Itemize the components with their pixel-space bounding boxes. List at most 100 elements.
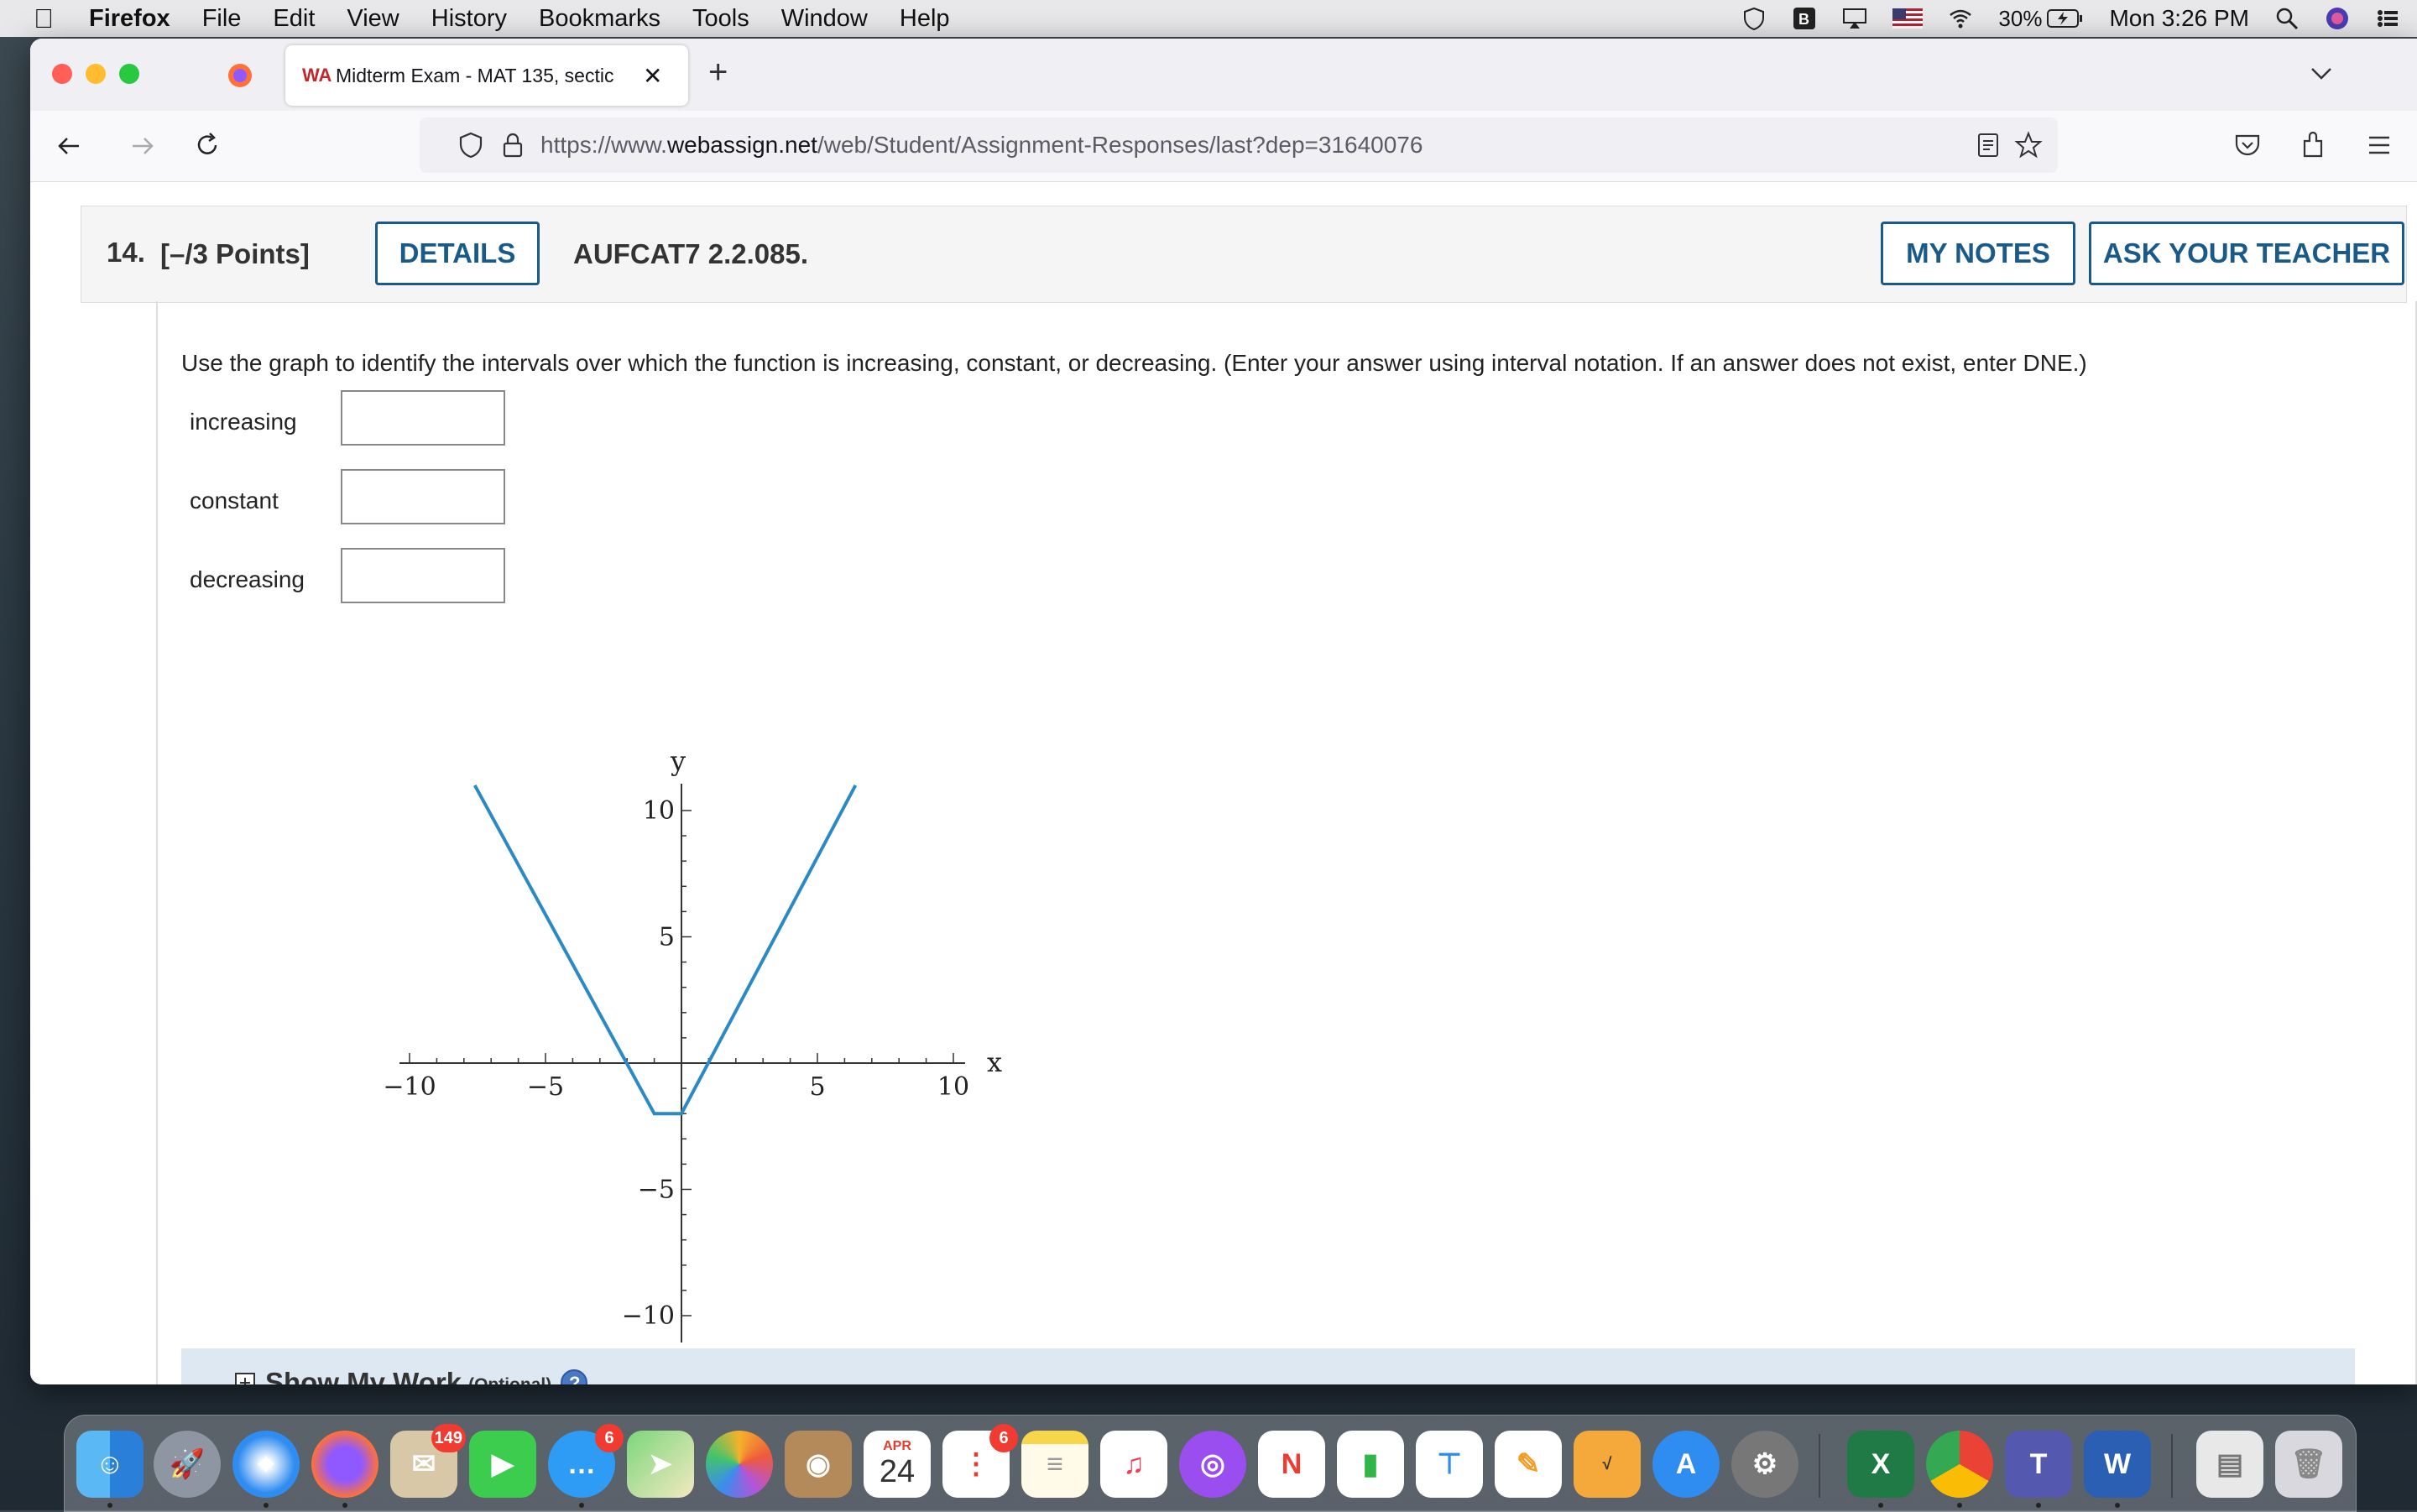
- messages-icon[interactable]: … 6: [548, 1424, 624, 1498]
- list-all-tabs-chevron-icon[interactable]: [2310, 65, 2333, 82]
- reminders-badge: 6: [989, 1424, 1018, 1452]
- menu-tools[interactable]: Tools: [692, 5, 749, 33]
- tracking-protection-shield-icon[interactable]: [458, 132, 483, 159]
- teams-icon[interactable]: T: [2005, 1431, 2072, 1498]
- close-tab-icon[interactable]: ✕: [643, 62, 662, 90]
- details-button[interactable]: DETAILS: [375, 222, 540, 285]
- firefox-view-icon[interactable]: [227, 62, 253, 89]
- forward-arrow-icon[interactable]: [129, 133, 156, 159]
- podcasts-icon[interactable]: ◎: [1179, 1431, 1246, 1498]
- decreasing-input[interactable]: [341, 548, 505, 603]
- battery-charging-icon[interactable]: [2047, 8, 2084, 29]
- keynote-icon[interactable]: ⊤: [1416, 1431, 1483, 1498]
- dock: ☺ 🚀 ⌖ ✉ 149 ▶ … 6 ➤ ◉ APR 24 ⋮ 6 ≡ ♫ ◎ N ▮ …: [64, 1415, 2357, 1512]
- spotlight-search-icon[interactable]: [2274, 6, 2300, 31]
- optional-label: (Optional): [468, 1370, 551, 1384]
- firefox-icon[interactable]: [311, 1431, 378, 1498]
- numbers-icon[interactable]: ▮: [1337, 1431, 1404, 1498]
- menu-view[interactable]: View: [347, 5, 399, 33]
- excel-icon[interactable]: X: [1847, 1431, 1914, 1498]
- system-preferences-icon[interactable]: ⚙: [1731, 1431, 1798, 1498]
- svg-text:?: ?: [569, 1373, 580, 1384]
- contacts-icon[interactable]: ◉: [785, 1431, 852, 1498]
- app-menu[interactable]: Firefox: [89, 5, 170, 33]
- word-icon[interactable]: W: [2084, 1431, 2151, 1498]
- airplay-icon[interactable]: [1842, 6, 1867, 31]
- constant-input[interactable]: [341, 469, 505, 524]
- menu-help[interactable]: Help: [900, 5, 950, 33]
- maps-icon[interactable]: ➤: [627, 1431, 694, 1498]
- calculator-icon[interactable]: √: [1574, 1431, 1641, 1498]
- excel-running-dot: [1878, 1503, 1883, 1508]
- y-axis-label: y: [670, 745, 686, 777]
- chrome-icon[interactable]: [1926, 1431, 1993, 1498]
- messages-badge: 6: [595, 1424, 624, 1452]
- extension-b-icon[interactable]: B: [1792, 6, 1817, 31]
- news-icon[interactable]: N: [1258, 1431, 1325, 1498]
- menu-history[interactable]: History: [431, 5, 507, 33]
- show-my-work-panel[interactable]: Show My Work (Optional) ?: [181, 1348, 2355, 1384]
- menu-edit[interactable]: Edit: [273, 5, 315, 33]
- battery-percent: 30%: [1998, 5, 2043, 31]
- question-code: AUFCAT7 2.2.085.: [573, 238, 808, 269]
- pages-icon[interactable]: ✎: [1495, 1431, 1562, 1498]
- reminders-icon[interactable]: ⋮ 6: [942, 1424, 1018, 1498]
- us-flag-icon[interactable]: [1892, 8, 1924, 29]
- graph-tick-labels: −10 −5 5 10 10 5 −5 −10 x y: [383, 745, 1002, 1331]
- question-left-border: [156, 301, 158, 1384]
- notes-icon[interactable]: ≡: [1021, 1431, 1088, 1498]
- x-axis-label: x: [987, 1046, 1002, 1078]
- show-my-work-label[interactable]: Show My Work: [265, 1367, 462, 1384]
- bookmark-star-icon[interactable]: [2014, 131, 2043, 159]
- minimize-window-button[interactable]: [86, 64, 106, 84]
- url-prefix: https://www.: [540, 132, 667, 158]
- calendar-day: 24: [879, 1453, 916, 1489]
- reload-icon[interactable]: [193, 131, 222, 159]
- safari-running-dot: [264, 1503, 269, 1508]
- facetime-icon[interactable]: ▶: [469, 1431, 536, 1498]
- y-tick-label: 5: [659, 923, 675, 952]
- reader-view-icon[interactable]: [1977, 133, 1999, 158]
- tab-title: Midterm Exam - MAT 135, sectic: [336, 64, 614, 86]
- lock-icon[interactable]: [502, 132, 524, 159]
- hamburger-menu-icon[interactable]: [2367, 134, 2392, 156]
- wifi-icon[interactable]: [1948, 6, 1973, 31]
- pocket-icon[interactable]: [2234, 133, 2261, 158]
- music-icon[interactable]: ♫: [1100, 1431, 1167, 1498]
- increasing-input[interactable]: [341, 390, 505, 446]
- firefox-running-dot: [342, 1503, 347, 1508]
- back-arrow-icon[interactable]: [55, 133, 82, 159]
- url-text[interactable]: https://www.webassign.net/web/Student/As…: [540, 132, 1423, 159]
- question-points: [–/3 Points]: [160, 238, 310, 269]
- menu-bookmarks[interactable]: Bookmarks: [539, 5, 660, 33]
- ask-your-teacher-button[interactable]: ASK YOUR TEACHER: [2089, 222, 2404, 285]
- trash-icon[interactable]: 🗑: [2275, 1431, 2342, 1498]
- extensions-puzzle-icon[interactable]: [2300, 131, 2326, 159]
- menu-bar:  Firefox File Edit View History Bookmar…: [0, 0, 2417, 37]
- launchpad-icon[interactable]: 🚀: [154, 1431, 221, 1498]
- clock[interactable]: Mon 3:26 PM: [2109, 5, 2249, 32]
- new-tab-button[interactable]: +: [708, 54, 728, 91]
- calendar-icon[interactable]: APR 24: [864, 1431, 931, 1498]
- siri-icon[interactable]: [2325, 6, 2350, 31]
- apple-menu-icon[interactable]: : [34, 3, 54, 34]
- my-notes-button[interactable]: MY NOTES: [1881, 222, 2075, 285]
- close-window-button[interactable]: [52, 64, 72, 84]
- menu-file[interactable]: File: [202, 5, 242, 33]
- maximize-window-button[interactable]: [119, 64, 139, 84]
- help-question-icon[interactable]: ?: [560, 1369, 588, 1384]
- mail-icon[interactable]: ✉ 149: [390, 1424, 466, 1498]
- downloads-stack-icon[interactable]: ▤: [2196, 1431, 2263, 1498]
- finder-icon[interactable]: ☺: [76, 1431, 144, 1498]
- tab-midterm-exam[interactable]: WA Midterm Exam - MAT 135, sectic ✕: [285, 45, 688, 106]
- address-bar[interactable]: https://www.webassign.net/web/Student/As…: [420, 117, 2058, 173]
- vpn-shield-icon[interactable]: [1741, 6, 1767, 31]
- menu-window[interactable]: Window: [781, 5, 868, 33]
- constant-label: constant: [190, 487, 279, 514]
- safari-icon[interactable]: ⌖: [232, 1431, 300, 1498]
- control-center-icon[interactable]: [2375, 6, 2400, 31]
- app-store-icon[interactable]: A: [1652, 1431, 1720, 1498]
- url-path: /web/Student/Assignment-Responses/last?d…: [817, 132, 1423, 158]
- photos-icon[interactable]: [706, 1431, 773, 1498]
- expand-plus-icon[interactable]: [235, 1373, 255, 1384]
